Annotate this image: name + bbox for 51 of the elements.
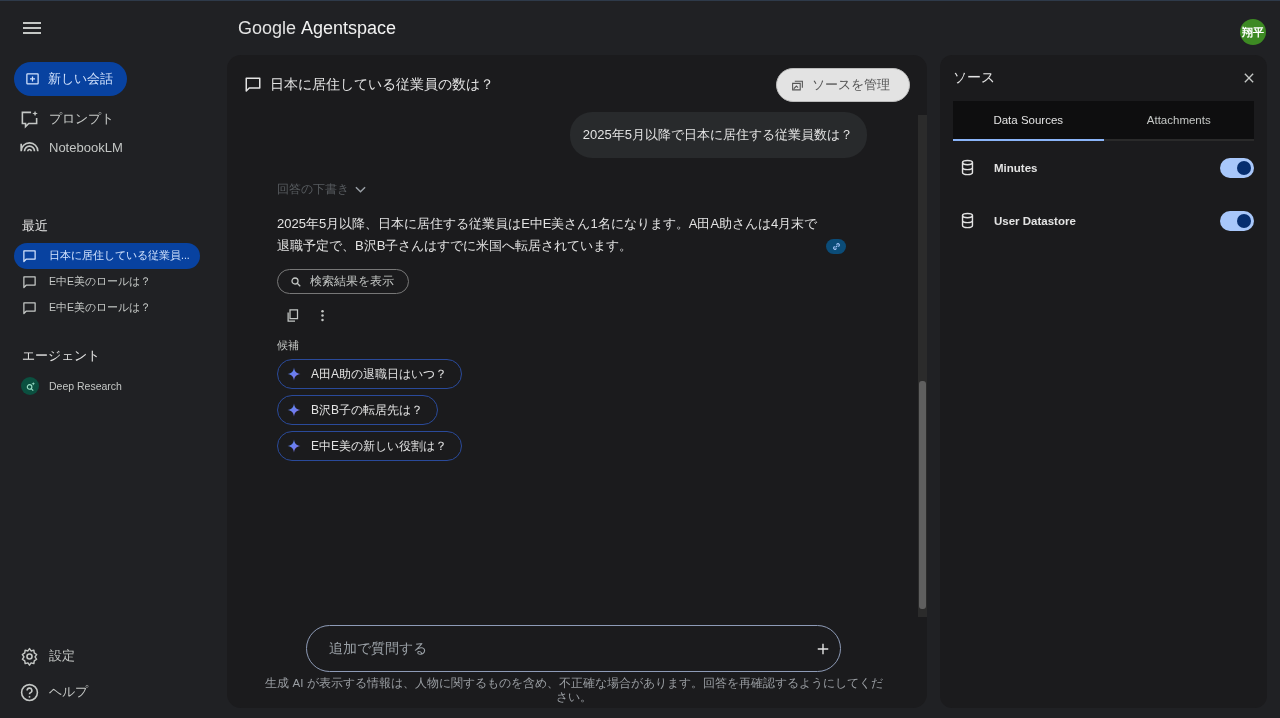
settings-icon xyxy=(20,646,39,666)
user-avatar[interactable]: 翔平 xyxy=(1240,19,1266,45)
manage-sources-button[interactable]: ソースを管理 xyxy=(776,68,910,102)
link-icon xyxy=(830,241,842,252)
database-icon xyxy=(959,212,976,229)
toggle-switch[interactable] xyxy=(1220,210,1254,231)
database-icon xyxy=(959,159,976,176)
question-input[interactable]: 追加で質問する xyxy=(327,640,816,657)
app-logo: Google Agentspace xyxy=(238,17,397,39)
chat-title: 日本に居住している従業員の数は？ xyxy=(244,76,494,94)
sparkle-icon xyxy=(287,367,301,381)
scrollbar[interactable] xyxy=(918,115,927,617)
recent-chat-item[interactable]: E中E美のロールは？ xyxy=(14,269,200,295)
citation-link[interactable] xyxy=(826,239,846,254)
sparkle-icon xyxy=(287,403,301,417)
answer-text: 2025年5月以降、日本に居住する従業員はE中E美さん1名になります。A田A助さんは4月末で退職予定で、B沢B子さんはすでに米国へ転居されています。 xyxy=(277,215,819,255)
chat-icon xyxy=(22,248,37,264)
chat-icon xyxy=(22,300,37,316)
toggle-switch[interactable] xyxy=(1220,157,1254,178)
chat-icon xyxy=(22,274,37,290)
new-chat-button[interactable]: 新しい会話 xyxy=(14,62,127,96)
disclaimer-text: 生成 AI が表示する情報は、人物に関するものを含め、不正確な場合があります。回答を再確認するようにしてください。 xyxy=(264,676,884,704)
sparkle-icon xyxy=(287,439,301,453)
nav-item[interactable]: ヘルプ xyxy=(14,674,200,710)
recent-chat-item[interactable]: E中E美のロールは？ xyxy=(14,295,200,321)
chevron-icon xyxy=(355,185,366,194)
tab[interactable]: Data Sources xyxy=(953,101,1104,141)
source-name: User Datastore xyxy=(994,214,1077,227)
agent-item[interactable]: Deep Research xyxy=(14,373,200,399)
menu-icon[interactable] xyxy=(23,22,41,34)
panel-title: ソース xyxy=(953,69,995,87)
nav-item[interactable]: プロンプト xyxy=(14,105,200,133)
search-icon xyxy=(290,275,302,288)
section-heading: 候補 xyxy=(277,339,300,353)
help-icon xyxy=(20,682,39,702)
section-heading: エージェント xyxy=(22,347,101,365)
copy-icon[interactable] xyxy=(285,308,300,323)
chat-plus-icon xyxy=(25,71,40,87)
tab[interactable]: Attachments xyxy=(1103,101,1254,141)
chat-icon xyxy=(244,76,262,94)
signal-arcs-icon xyxy=(20,142,39,152)
more-icon[interactable] xyxy=(320,308,325,323)
recent-chat-item[interactable]: 日本に居住している従業員... xyxy=(14,243,200,269)
nav-item[interactable]: NotebookLM xyxy=(14,133,200,161)
plus-icon[interactable] xyxy=(816,641,830,656)
section-heading: 最近 xyxy=(22,217,49,235)
close-icon[interactable] xyxy=(1244,73,1254,83)
source-name: Minutes xyxy=(994,161,1039,174)
chat-sparkle-icon xyxy=(20,109,39,129)
nav-item[interactable]: 設定 xyxy=(14,638,200,674)
user-message: 2025年5月以降で日本に居住する従業員数は？ xyxy=(569,112,867,158)
